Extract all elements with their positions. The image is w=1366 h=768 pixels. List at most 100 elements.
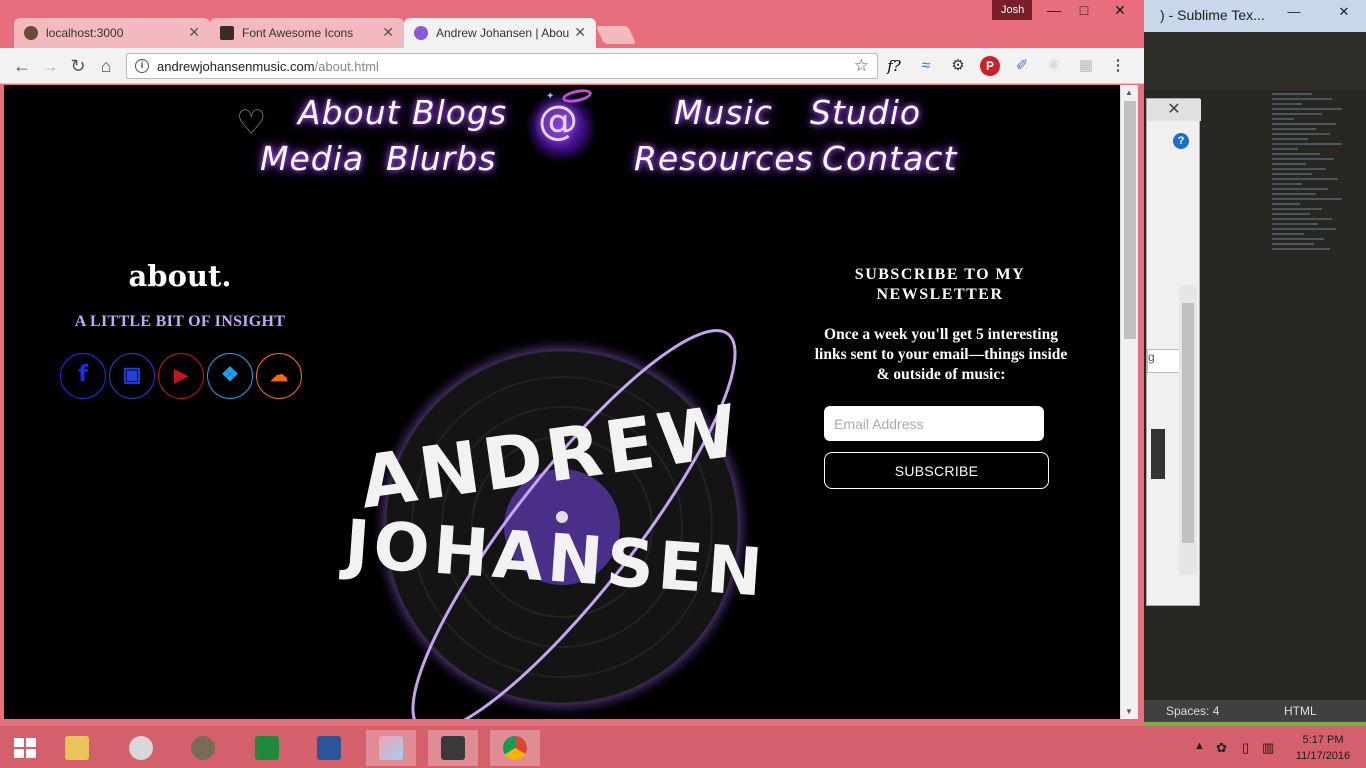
- help-icon[interactable]: ?: [1173, 133, 1189, 149]
- clock-time: 5:17 PM: [1302, 734, 1344, 746]
- back-arrow-icon[interactable]: ←: [10, 54, 34, 78]
- page-viewport: ♡ About Blogs ✦ @ Music Studio Media Blu…: [4, 85, 1120, 719]
- font-awesome-flag-icon: [220, 26, 234, 40]
- nav-resources[interactable]: Resources: [634, 139, 814, 178]
- taskbar-photos[interactable]: [366, 730, 416, 766]
- profile-button[interactable]: Josh: [992, 0, 1032, 20]
- tray-network-app-icon[interactable]: ✿: [1216, 740, 1227, 756]
- sublime-titlebar: ) - Sublime Tex... — ✕: [1142, 0, 1366, 32]
- windows-logo-icon: [14, 738, 36, 758]
- nav-blurbs[interactable]: Blurbs: [386, 139, 496, 178]
- scroll-down-arrow-icon[interactable]: ▼: [1125, 707, 1133, 716]
- status-spaces[interactable]: Spaces: 4: [1166, 704, 1219, 718]
- settings-gear-icon[interactable]: ⚙: [948, 56, 968, 76]
- url-host: andrewjohansenmusic.com: [157, 59, 315, 74]
- chrome-icon: [503, 736, 527, 760]
- site-favicon-icon: [414, 26, 428, 40]
- heart-icon: ♡: [236, 104, 267, 142]
- soundcloud-icon[interactable]: ☁: [256, 353, 302, 399]
- system-clock[interactable]: 5:17 PM 11/17/2016: [1288, 732, 1358, 764]
- photos-pinwheel-icon: [379, 736, 403, 760]
- sublime-title: ) - Sublime Tex...: [1160, 7, 1265, 23]
- tray-expand-icon[interactable]: ▲: [1194, 740, 1205, 752]
- url-text[interactable]: andrewjohansenmusic.com/about.html: [157, 59, 379, 74]
- windows-taskbar: ▲ ✿ ▯ ▥ 5:17 PM 11/17/2016: [0, 726, 1366, 768]
- gimp-icon: [191, 736, 215, 760]
- chrome-window: localhost:3000 ✕ Font Awesome Icons ✕ An…: [0, 0, 1144, 726]
- youtube-icon[interactable]: ▶: [158, 353, 204, 399]
- nav-about[interactable]: About: [298, 93, 401, 132]
- wifi-signal-icon[interactable]: ▥: [1262, 740, 1274, 756]
- extension-grid-icon[interactable]: ▦: [1076, 56, 1096, 76]
- reload-icon[interactable]: ↻: [66, 54, 90, 78]
- nav-media[interactable]: Media: [260, 139, 364, 178]
- panel-scrollbar[interactable]: [1179, 285, 1197, 575]
- scroll-up-arrow-icon[interactable]: ▲: [1125, 88, 1133, 97]
- panel-thumbnail: [1151, 429, 1165, 479]
- tab-label: Font Awesome Icons: [242, 26, 354, 40]
- newsletter-title: SUBSCRIBE TO MY NEWSLETTER: [854, 266, 1026, 303]
- home-icon[interactable]: ⌂: [94, 54, 118, 78]
- localhost-favicon-icon: [24, 26, 38, 40]
- nav-contact[interactable]: Contact: [822, 139, 957, 178]
- taskbar-gimp[interactable]: [178, 730, 228, 766]
- taskbar-file-explorer[interactable]: [52, 730, 102, 766]
- page-scrollbar[interactable]: ▲ ▼: [1120, 85, 1138, 719]
- background-dialog-panel: ✕ ? g: [1146, 98, 1201, 606]
- subscribe-button[interactable]: SUBSCRIBE: [824, 452, 1049, 489]
- site-info-icon[interactable]: i: [135, 59, 149, 73]
- start-button[interactable]: [0, 730, 50, 766]
- status-syntax[interactable]: HTML: [1284, 704, 1317, 718]
- nav-music[interactable]: Music: [674, 93, 773, 132]
- tab-strip: localhost:3000 ✕ Font Awesome Icons ✕ An…: [0, 0, 1144, 48]
- taskbar-chrome[interactable]: [490, 730, 540, 766]
- tab-close-icon[interactable]: ✕: [188, 24, 200, 41]
- tab-label: Andrew Johansen | Abou: [436, 26, 570, 40]
- tab-close-icon[interactable]: ✕: [382, 24, 394, 41]
- taskbar-word[interactable]: [304, 730, 354, 766]
- panel-close-icon[interactable]: ✕: [1147, 99, 1201, 121]
- maximize-icon[interactable]: □: [1072, 2, 1096, 20]
- taskbar-snipping-tool[interactable]: [116, 730, 166, 766]
- sublime-minimap[interactable]: [1272, 90, 1352, 510]
- taskbar-calculator[interactable]: [242, 730, 292, 766]
- page-title: about.: [128, 259, 232, 293]
- tab-andrew-johansen[interactable]: Andrew Johansen | Abou ✕: [404, 18, 596, 48]
- clock-date: 11/17/2016: [1295, 750, 1351, 762]
- minimize-icon[interactable]: —: [1042, 2, 1066, 20]
- taskbar-sublime-text[interactable]: [428, 730, 478, 766]
- email-input[interactable]: [824, 406, 1044, 441]
- menu-kebab-icon[interactable]: ⋮: [1108, 56, 1128, 76]
- minimize-icon[interactable]: —: [1282, 4, 1306, 24]
- instagram-icon[interactable]: ▣: [109, 353, 155, 399]
- wave-extension-icon[interactable]: ≈: [916, 56, 936, 76]
- sublime-tabbar: [1142, 32, 1366, 90]
- bookmark-star-icon[interactable]: ☆: [854, 56, 869, 76]
- battery-icon[interactable]: ▯: [1242, 740, 1249, 756]
- facebook-icon[interactable]: f: [60, 353, 106, 399]
- site-logo[interactable]: ✦ @: [526, 87, 596, 162]
- pinterest-icon[interactable]: P: [980, 56, 1000, 76]
- nav-studio[interactable]: Studio: [810, 93, 921, 132]
- twitter-icon[interactable]: ❖: [207, 353, 253, 399]
- word-icon: [317, 736, 341, 760]
- folder-icon: [65, 736, 89, 760]
- forward-arrow-icon[interactable]: →: [38, 54, 62, 78]
- close-icon[interactable]: ✕: [1108, 2, 1132, 20]
- address-bar[interactable]: i andrewjohansenmusic.com/about.html ☆: [126, 53, 878, 79]
- react-devtools-icon[interactable]: ⚛: [1044, 56, 1064, 76]
- close-icon[interactable]: ✕: [1332, 4, 1356, 24]
- new-tab-button[interactable]: [595, 26, 637, 44]
- color-picker-icon[interactable]: ✐: [1012, 56, 1032, 76]
- nav-blogs[interactable]: Blogs: [412, 93, 507, 132]
- tab-localhost[interactable]: localhost:3000 ✕: [14, 18, 210, 48]
- tab-close-icon[interactable]: ✕: [574, 24, 586, 41]
- url-path: /about.html: [314, 59, 379, 74]
- font-finder-extension-icon[interactable]: f?: [884, 56, 904, 76]
- andrew-johansen-logo-artwork: ANDREW JOHANSEN: [338, 329, 769, 719]
- scrollbar-thumb[interactable]: [1124, 101, 1136, 339]
- tab-font-awesome[interactable]: Font Awesome Icons ✕: [210, 18, 404, 48]
- newsletter-description: Once a week you'll get 5 interesting lin…: [814, 326, 1068, 383]
- at-sign-logo-icon: @: [538, 98, 578, 144]
- sublime-text-icon: [441, 736, 465, 760]
